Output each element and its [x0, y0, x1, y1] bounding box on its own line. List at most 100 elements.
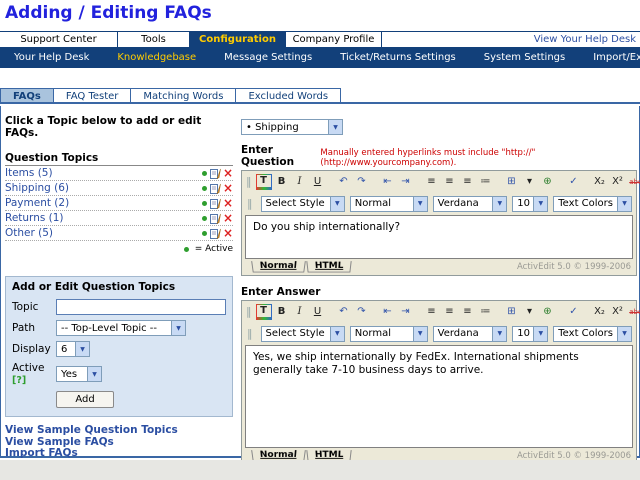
edit-topic-icon[interactable]	[209, 183, 221, 194]
redo-button[interactable]: ↷	[354, 174, 370, 190]
spellcheck-button[interactable]: ✓	[566, 304, 582, 320]
delete-topic-icon[interactable]: ×	[223, 182, 233, 194]
subnav-message-settings[interactable]: Message Settings	[210, 52, 326, 63]
answer-toolbar-selects: ‖ Select Style ▼ Normal ▼ Verdana ▼ 10 ▼ Tex…	[242, 322, 636, 345]
hyperlink-globe-button[interactable]: ⊕	[540, 174, 556, 190]
nav-company-profile[interactable]: Company Profile	[286, 32, 382, 47]
topic-input[interactable]	[56, 299, 226, 315]
display-select[interactable]: 6 ▼	[56, 341, 90, 357]
strikethrough-button[interactable]: abc	[628, 174, 640, 190]
superscript-button[interactable]: X²	[610, 304, 626, 320]
topic-select[interactable]: • Shipping ▼	[241, 119, 343, 135]
font-select[interactable]: Verdana ▼	[432, 325, 508, 342]
topic-row: Items (5) ×	[5, 166, 233, 181]
redo-button[interactable]: ↷	[354, 304, 370, 320]
edit-topic-icon[interactable]	[209, 228, 221, 239]
delete-topic-icon[interactable]: ×	[223, 212, 233, 224]
topic-link[interactable]: Items (5)	[5, 167, 202, 179]
delete-topic-icon[interactable]: ×	[223, 227, 233, 239]
strikethrough-button[interactable]: abc	[628, 304, 640, 320]
nav-support-center[interactable]: Support Center	[0, 32, 118, 47]
spellcheck-button[interactable]: ✓	[566, 174, 582, 190]
style-select[interactable]: Select Style ▼	[260, 325, 345, 342]
indent-button[interactable]: ⇥	[398, 304, 414, 320]
underline-button[interactable]: U	[310, 304, 326, 320]
edit-topic-icon[interactable]	[209, 168, 221, 179]
question-content[interactable]: Do you ship internationally?	[245, 215, 633, 259]
align-center-button[interactable]: ≡	[442, 174, 458, 190]
font-size-select[interactable]: 10 ▼	[512, 325, 549, 342]
toolbar-grip-icon[interactable]: ‖	[247, 197, 253, 210]
subnav-knowledgebase[interactable]: Knowledgebase	[103, 52, 210, 63]
insert-table-button[interactable]: ⊞	[504, 174, 520, 190]
subnav-your-help-desk[interactable]: Your Help Desk	[0, 52, 103, 63]
text-colors-select[interactable]: Text Colors ▼	[553, 325, 632, 342]
question-editor: ‖ TBIU↶↷⇤⇥≡≡≡≔⊞▾⊕✓X₂X²abc✎ab⇄ ‖ Select S…	[241, 170, 640, 276]
active-select[interactable]: Yes ▼	[56, 366, 102, 382]
hyperlink-globe-button[interactable]: ⊕	[540, 304, 556, 320]
outdent-button[interactable]: ⇤	[380, 174, 396, 190]
nav-tools[interactable]: Tools	[118, 32, 190, 47]
toolbar-grip-icon[interactable]: ‖	[246, 175, 252, 188]
underline-button[interactable]: U	[310, 174, 326, 190]
chevron-down-icon: ▼	[492, 196, 507, 211]
edit-topic-icon[interactable]	[209, 198, 221, 209]
superscript-button[interactable]: X²	[610, 174, 626, 190]
answer-content[interactable]: Yes, we ship internationally by FedEx. I…	[245, 345, 633, 448]
indent-button[interactable]: ⇥	[398, 174, 414, 190]
subnav-import-export[interactable]: Import/Export	[579, 52, 640, 63]
subscript-button[interactable]: X₂	[592, 304, 608, 320]
add-topic-button[interactable]: Add	[56, 391, 114, 408]
nav-configuration[interactable]: Configuration	[190, 32, 286, 47]
table-menu-arrow[interactable]: ▾	[522, 304, 538, 320]
bullet-list-button[interactable]: ≔	[478, 304, 494, 320]
table-menu-arrow[interactable]: ▾	[522, 174, 538, 190]
delete-topic-icon[interactable]: ×	[223, 167, 233, 179]
subnav-ticket-returns-settings[interactable]: Ticket/Returns Settings	[326, 52, 470, 63]
normal-mode-tab[interactable]: Normal	[251, 261, 306, 273]
tab-faq-tester[interactable]: FAQ Tester	[53, 89, 132, 102]
format-select[interactable]: Normal ▼	[349, 195, 428, 212]
italic-button[interactable]: I	[292, 174, 308, 190]
subnav-system-settings[interactable]: System Settings	[470, 52, 579, 63]
tab-excluded-words[interactable]: Excluded Words	[236, 89, 341, 102]
tab-faqs[interactable]: FAQs	[1, 89, 54, 102]
italic-button[interactable]: I	[292, 304, 308, 320]
active-help-mark[interactable]: [?]	[12, 375, 26, 386]
undo-button[interactable]: ↶	[336, 304, 352, 320]
format-select[interactable]: Normal ▼	[349, 325, 428, 342]
align-right-button[interactable]: ≡	[460, 304, 476, 320]
toolbar-grip-icon[interactable]: ‖	[247, 327, 253, 340]
font-color-icon[interactable]: T	[255, 303, 272, 320]
undo-button[interactable]: ↶	[336, 174, 352, 190]
html-mode-tab[interactable]: HTML	[305, 261, 352, 273]
bullet-list-button[interactable]: ≔	[478, 174, 494, 190]
path-select[interactable]: -- Top-Level Topic -- ▼	[56, 320, 186, 336]
bold-button[interactable]: B	[274, 304, 290, 320]
style-select[interactable]: Select Style ▼	[260, 195, 345, 212]
view-sample-question-topics-link[interactable]: View Sample Question Topics	[5, 424, 233, 437]
topic-link[interactable]: Returns (1)	[5, 212, 202, 224]
delete-topic-icon[interactable]: ×	[223, 197, 233, 209]
topic-link[interactable]: Payment (2)	[5, 197, 202, 209]
text-colors-select[interactable]: Text Colors ▼	[553, 195, 632, 212]
align-center-button[interactable]: ≡	[442, 304, 458, 320]
outdent-button[interactable]: ⇤	[380, 304, 396, 320]
import-faqs-link[interactable]: Import FAQs	[5, 447, 233, 460]
font-size-select[interactable]: 10 ▼	[512, 195, 549, 212]
font-select[interactable]: Verdana ▼	[432, 195, 508, 212]
font-color-icon[interactable]: T	[255, 173, 272, 190]
align-right-button[interactable]: ≡	[460, 174, 476, 190]
page-bottom-strip	[0, 460, 640, 480]
topic-link[interactable]: Other (5)	[5, 227, 202, 239]
bold-button[interactable]: B	[274, 174, 290, 190]
insert-table-button[interactable]: ⊞	[504, 304, 520, 320]
align-left-button[interactable]: ≡	[424, 174, 440, 190]
toolbar-grip-icon[interactable]: ‖	[246, 305, 252, 318]
view-your-help-desk-link[interactable]: View Your Help Desk	[534, 34, 636, 45]
edit-topic-icon[interactable]	[209, 213, 221, 224]
tab-matching-words[interactable]: Matching Words	[131, 89, 237, 102]
subscript-button[interactable]: X₂	[592, 174, 608, 190]
align-left-button[interactable]: ≡	[424, 304, 440, 320]
topic-link[interactable]: Shipping (6)	[5, 182, 202, 194]
